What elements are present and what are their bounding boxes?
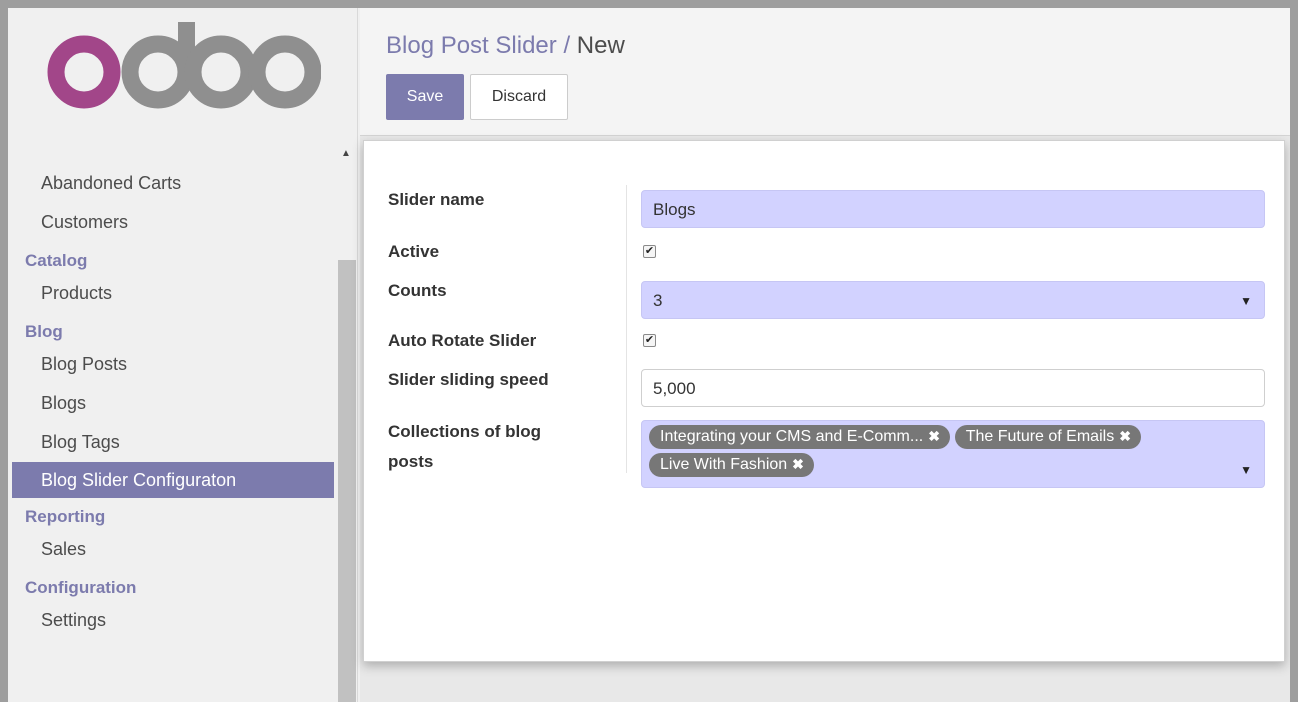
- collection-tag-label: Live With Fashion: [660, 456, 788, 473]
- control-panel: Blog Post Slider / New Save Discard: [360, 8, 1290, 136]
- active-checkbox[interactable]: ✔: [643, 245, 656, 258]
- sidebar-section-title: Reporting: [25, 507, 106, 526]
- sidebar-section-title: Configuration: [25, 578, 137, 597]
- auto-rotate-checkbox[interactable]: ✔: [643, 334, 656, 347]
- collections-label-line2: posts: [388, 452, 434, 471]
- sidebar-section-title: Blog: [25, 322, 63, 341]
- speed-input[interactable]: 5,000: [641, 369, 1265, 407]
- collection-tag-label: The Future of Emails: [965, 428, 1115, 445]
- sidebar-section-title: Catalog: [25, 251, 88, 270]
- breadcrumb-parent[interactable]: Blog Post Slider: [386, 32, 557, 59]
- remove-tag-icon[interactable]: ✖: [1119, 428, 1131, 444]
- form-background: Slider name Blogs Active ✔ Counts 3 ▼ Au…: [360, 136, 1290, 702]
- counts-label: Counts: [388, 281, 447, 300]
- odoo-logo: [47, 22, 321, 109]
- breadcrumb-current: New: [576, 32, 625, 59]
- auto-rotate-label: Auto Rotate Slider: [388, 331, 537, 350]
- sidebar-item[interactable]: Abandoned Carts: [8, 164, 334, 203]
- sidebar-item[interactable]: Products: [8, 274, 334, 313]
- sidebar-scrollbar-thumb[interactable]: [338, 260, 356, 702]
- scroll-up-arrow-icon[interactable]: ▲: [341, 148, 351, 159]
- collection-tag: Integrating your CMS and E-Comm... ✖: [649, 425, 950, 449]
- app-window: Abandoned Carts Customers Catalog Products B…: [8, 8, 1290, 702]
- collection-tag: Live With Fashion ✖: [649, 453, 814, 477]
- counts-select[interactable]: 3 ▼: [641, 281, 1265, 319]
- save-button[interactable]: Save: [386, 74, 464, 120]
- collection-tag-label: Integrating your CMS and E-Comm...: [660, 428, 924, 445]
- active-label: Active: [388, 242, 440, 261]
- caret-down-icon: ▼: [1240, 294, 1252, 308]
- breadcrumb: Blog Post Slider / New: [386, 32, 625, 60]
- slider-name-label: Slider name: [388, 190, 485, 209]
- slider-name-input[interactable]: Blogs: [641, 190, 1265, 228]
- caret-down-icon[interactable]: ▼: [1240, 463, 1252, 477]
- breadcrumb-separator: /: [563, 32, 571, 59]
- form-sheet: Slider name Blogs Active ✔ Counts 3 ▼ Au…: [363, 140, 1285, 662]
- sidebar-menu: Abandoned Carts Customers Catalog Products B…: [8, 164, 334, 640]
- sidebar-item[interactable]: Blog Posts: [8, 345, 334, 384]
- sidebar-item[interactable]: Customers: [8, 203, 334, 242]
- sidebar-item[interactable]: Settings: [8, 601, 334, 640]
- collection-tag: The Future of Emails ✖: [954, 425, 1141, 449]
- sidebar-item[interactable]: Sales: [8, 530, 334, 569]
- sidebar: Abandoned Carts Customers Catalog Products B…: [8, 8, 358, 702]
- sidebar-item[interactable]: Blogs: [8, 384, 334, 423]
- collections-label-line1: Collections of blog: [388, 422, 541, 441]
- discard-button[interactable]: Discard: [470, 74, 568, 120]
- collections-many2many-input[interactable]: Integrating your CMS and E-Comm... ✖ The …: [641, 420, 1265, 488]
- remove-tag-icon[interactable]: ✖: [792, 456, 804, 472]
- speed-label: Slider sliding speed: [388, 370, 549, 389]
- sidebar-item[interactable]: Blog Tags: [8, 423, 334, 462]
- sidebar-item[interactable]: Blog Slider Configuraton: [12, 462, 334, 498]
- label-divider: [626, 185, 627, 473]
- counts-value: 3: [653, 291, 663, 310]
- main-content: Blog Post Slider / New Save Discard Slid…: [360, 8, 1290, 702]
- collections-label: Collections of blog posts: [388, 417, 541, 477]
- remove-tag-icon[interactable]: ✖: [928, 428, 940, 444]
